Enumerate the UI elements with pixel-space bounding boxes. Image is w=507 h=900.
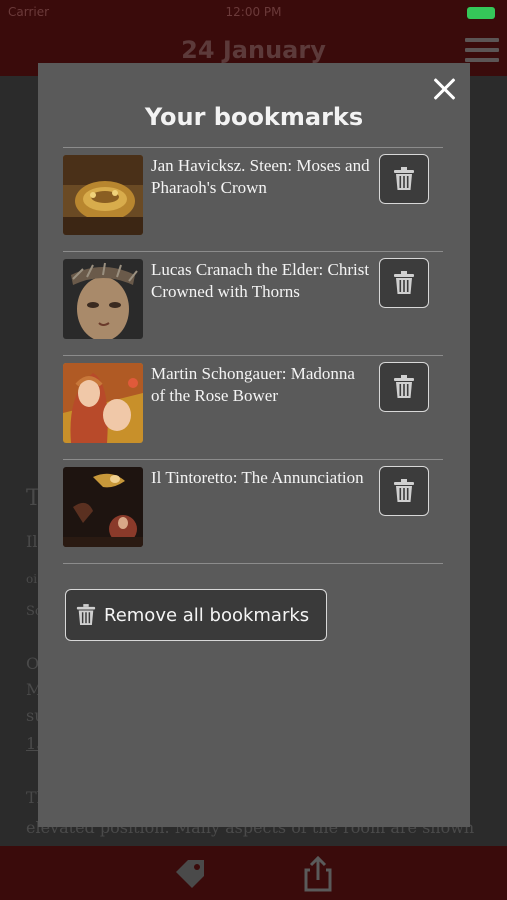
battery-icon (467, 7, 495, 19)
bookmark-item[interactable]: Lucas Cranach the Elder: Christ Crowned … (63, 252, 443, 355)
remove-all-bookmarks-button[interactable]: Remove all bookmarks (65, 589, 327, 641)
delete-bookmark-button[interactable] (379, 154, 429, 204)
page-title: 24 January (181, 36, 326, 64)
modal-title: Your bookmarks (144, 103, 364, 131)
tab-bar (0, 846, 507, 900)
trash-icon (76, 604, 96, 625)
bookmarks-modal: Your bookmarks Jan Havicksz. Steen: Mose… (38, 63, 470, 827)
trash-icon (394, 271, 414, 294)
remove-all-label: Remove all bookmarks (104, 605, 310, 626)
bookmark-thumbnail[interactable] (63, 259, 143, 339)
close-icon[interactable] (430, 75, 458, 103)
divider (63, 563, 443, 564)
status-bar: Carrier 12:00 PM (0, 0, 507, 26)
bookmark-title[interactable]: Martin Schongauer: Madonna of the Rose B… (151, 363, 371, 407)
bookmark-title[interactable]: Il Tintoretto: The Annunciation (151, 467, 371, 489)
tag-icon[interactable] (170, 854, 210, 898)
bookmark-thumbnail[interactable] (63, 363, 143, 443)
bg-text-fragment: Il (26, 532, 38, 551)
trash-icon (394, 167, 414, 190)
delete-bookmark-button[interactable] (379, 362, 429, 412)
bookmark-thumbnail[interactable] (63, 467, 143, 547)
bookmark-item[interactable]: Il Tintoretto: The Annunciation (63, 460, 443, 563)
bg-text-fragment: oi (26, 572, 38, 586)
delete-bookmark-button[interactable] (379, 466, 429, 516)
bookmark-item[interactable]: Martin Schongauer: Madonna of the Rose B… (63, 356, 443, 459)
bookmark-title[interactable]: Lucas Cranach the Elder: Christ Crowned … (151, 259, 371, 303)
delete-bookmark-button[interactable] (379, 258, 429, 308)
hamburger-menu-icon[interactable] (465, 38, 499, 64)
bookmark-item[interactable]: Jan Havicksz. Steen: Moses and Pharaoh's… (63, 148, 443, 251)
share-icon[interactable] (298, 854, 338, 898)
trash-icon (394, 479, 414, 502)
bookmark-thumbnail[interactable] (63, 155, 143, 235)
status-time: 12:00 PM (225, 5, 282, 19)
bookmark-list: Jan Havicksz. Steen: Moses and Pharaoh's… (63, 147, 443, 564)
trash-icon (394, 375, 414, 398)
bookmark-title[interactable]: Jan Havicksz. Steen: Moses and Pharaoh's… (151, 155, 371, 199)
